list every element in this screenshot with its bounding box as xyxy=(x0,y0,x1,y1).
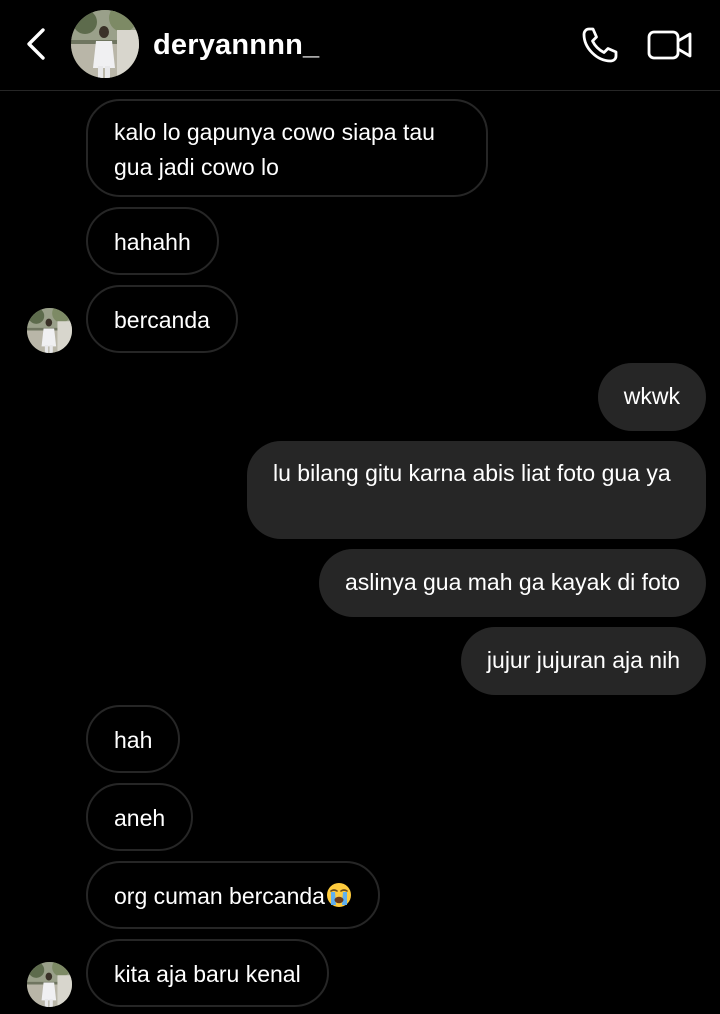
message-outgoing[interactable]: jujur jujuran aja nih xyxy=(460,627,706,695)
loudly-crying-face-icon xyxy=(326,883,351,907)
chevron-left-icon xyxy=(27,28,45,60)
message-incoming[interactable]: hahahh xyxy=(86,207,219,275)
message-outgoing[interactable]: wkwk xyxy=(597,363,706,431)
sender-avatar[interactable] xyxy=(27,308,72,353)
username[interactable]: deryannnn_ xyxy=(153,28,319,62)
back-button[interactable] xyxy=(18,24,54,64)
chat-header: deryannnn_ xyxy=(0,0,720,91)
message-incoming[interactable]: aneh xyxy=(86,783,194,851)
message-incoming[interactable]: kalo lo gapunya cowo siapa tau gua jadi … xyxy=(86,99,488,197)
message-outgoing[interactable]: lu bilang gitu karna abis liat foto gua … xyxy=(247,441,706,539)
video-camera-icon xyxy=(647,30,692,60)
phone-icon xyxy=(582,27,618,63)
video-call-button[interactable] xyxy=(646,27,694,63)
message-incoming[interactable]: bercanda xyxy=(86,285,238,353)
sender-avatar[interactable] xyxy=(27,962,72,1007)
message-outgoing[interactable]: aslinya gua mah ga kayak di foto xyxy=(319,549,706,617)
avatar[interactable] xyxy=(71,10,139,78)
message-incoming[interactable]: kita aja baru kenal xyxy=(86,939,329,1007)
message-incoming[interactable]: org cuman bercanda xyxy=(86,861,380,929)
message-incoming[interactable]: hah xyxy=(86,705,181,773)
message-text: org cuman bercanda xyxy=(114,883,325,909)
call-button[interactable] xyxy=(580,25,620,65)
